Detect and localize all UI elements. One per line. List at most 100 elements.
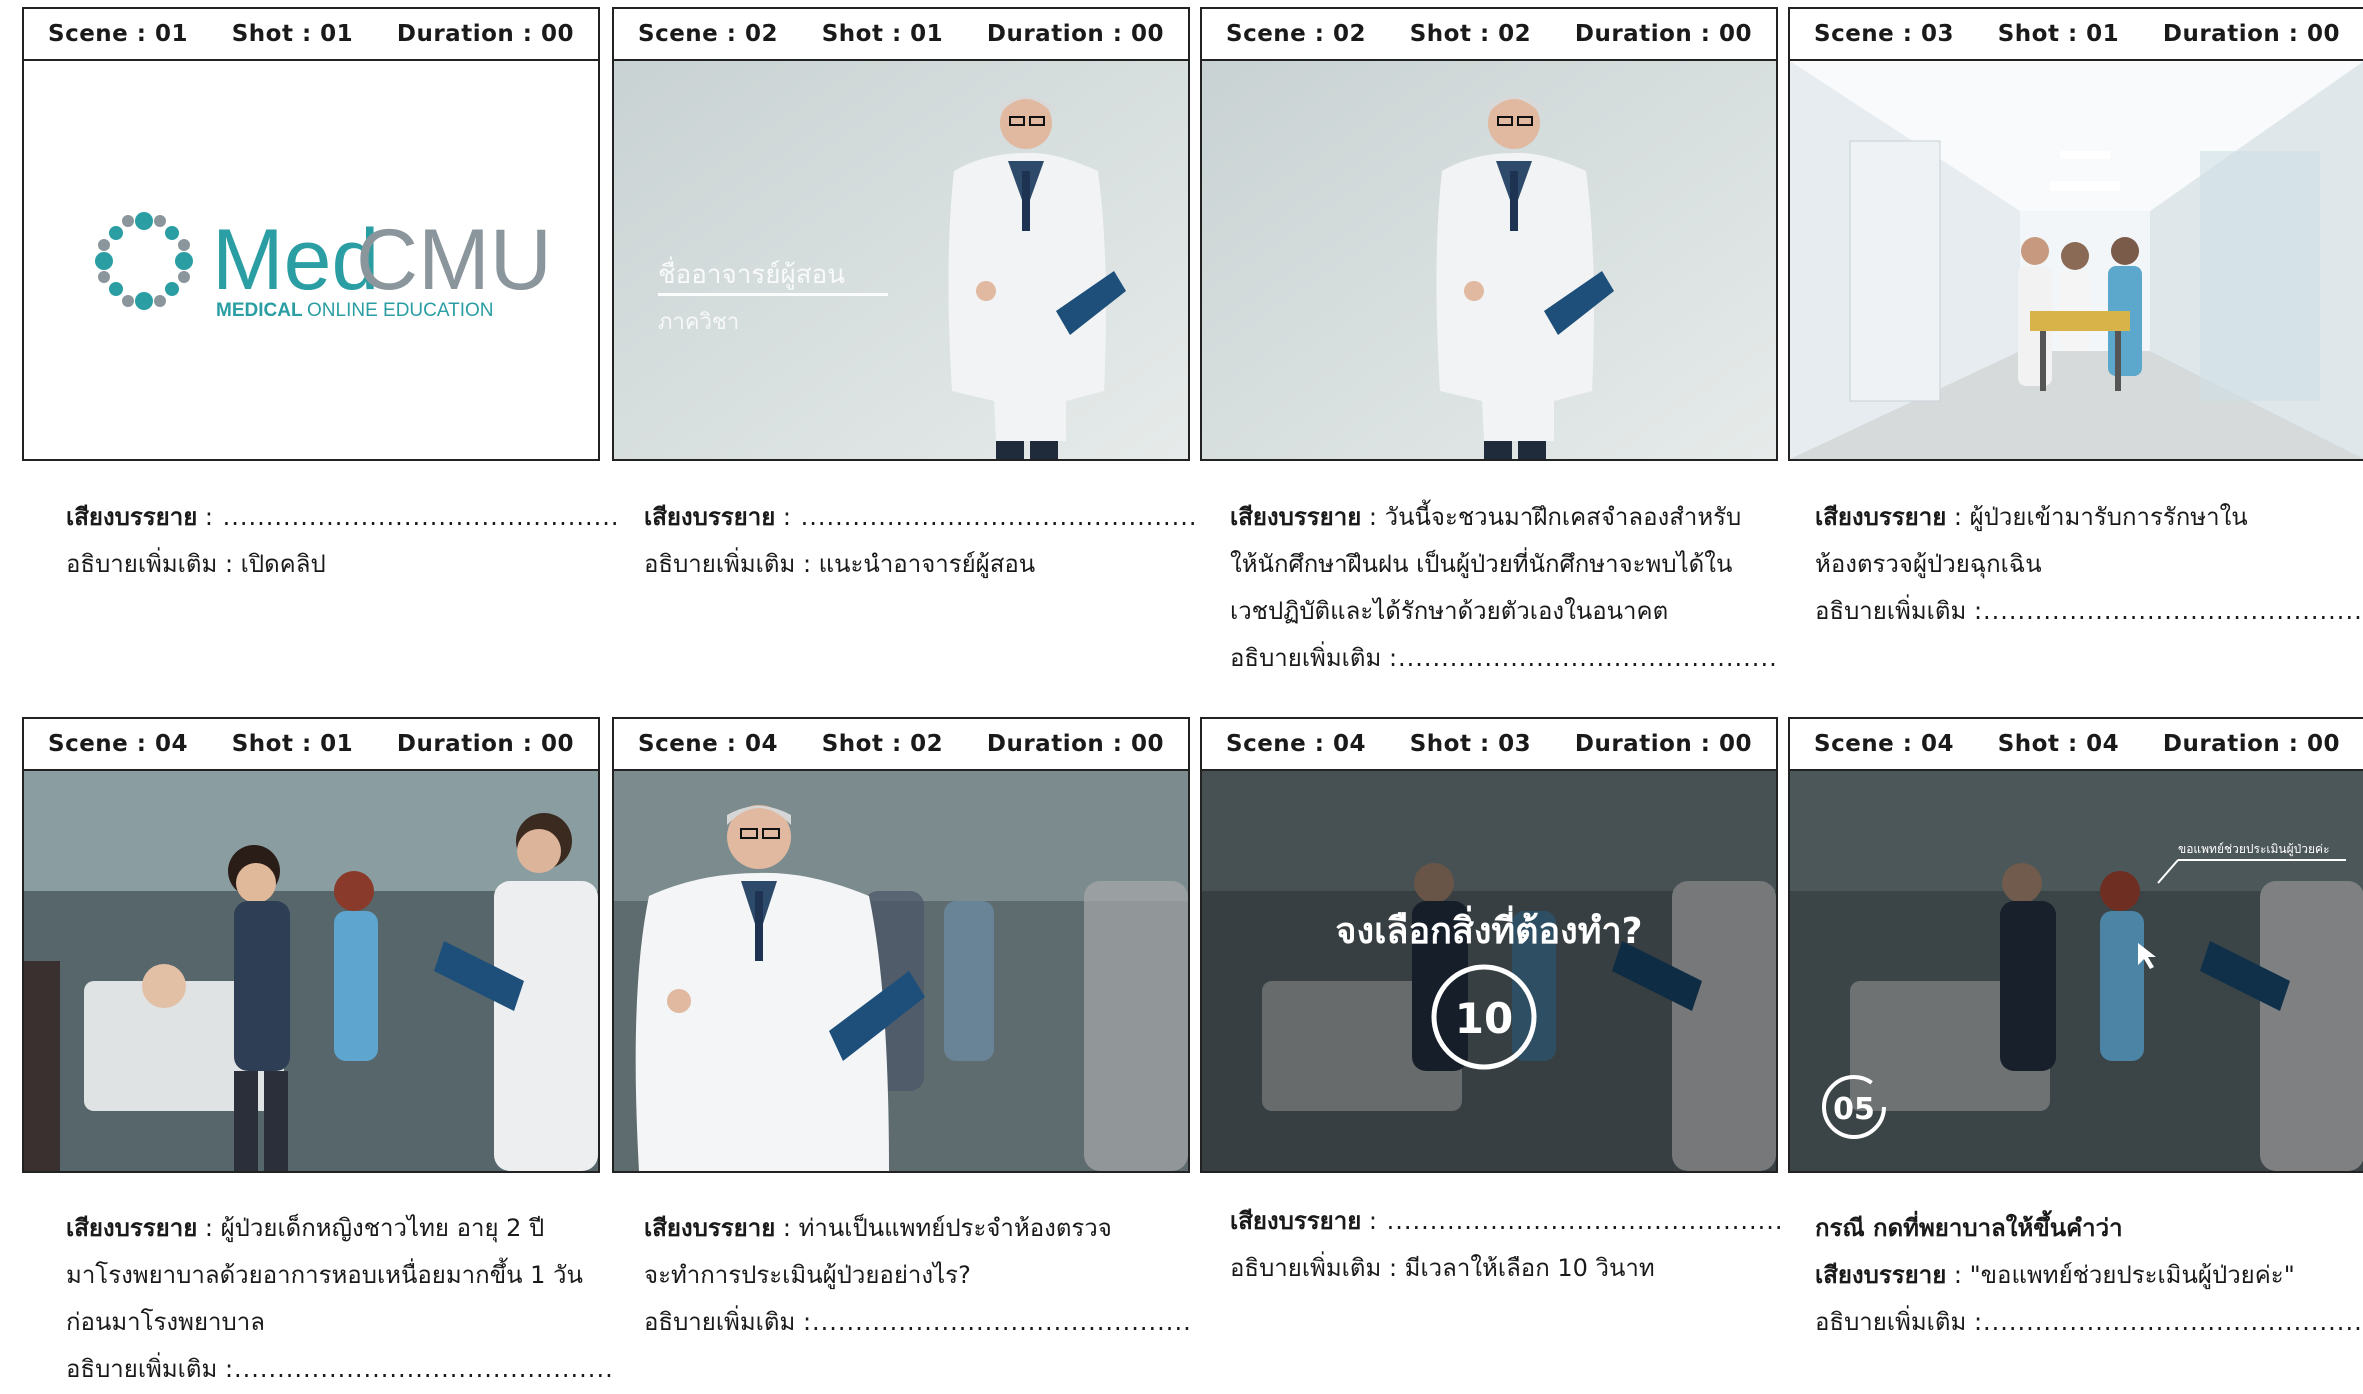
panel-header: Scene : 04 Shot : 01 Duration : 00 [24,719,598,771]
description-panel-5: เสียงบรรยาย : ผู้ป่วยเด็กหญิงชาวไทย อายุ… [66,1205,626,1393]
narration-text-line2: ห้องตรวจผู้ป่วยฉุกเฉิน [1815,550,2042,578]
lower-third-dept: ภาควิชา [658,310,739,335]
narration-text: : ......................................… [1368,1207,1784,1235]
case-instruction: กรณี กดที่พยาบาลให้ขึ้นคำว่า [1815,1214,2123,1242]
scene-number: 04 [1920,731,1954,757]
duration-label: Duration : [396,731,541,757]
scene-label: Scene : [1226,21,1333,47]
narration-text: : ......................................… [204,503,620,531]
storyboard-panel-5: Scene : 04 Shot : 01 Duration : 00 [22,717,600,1173]
extra-text: :.......................................… [224,1355,614,1383]
duration-value: 00 [1130,21,1164,47]
extra-text: :.......................................… [802,1308,1192,1336]
narration-text-line3: ก่อนมาโรงพยาบาล [66,1308,265,1336]
logo-tagline-rest: ONLINE EDUCATION [307,300,494,321]
duration-value: 00 [540,21,574,47]
frame-logo: Med CMU MEDICAL ONLINE EDUCATION [24,61,598,459]
frame-ward-scene [24,771,598,1171]
panel-header: Scene : 04 Shot : 04 Duration : 00 [1790,719,2363,771]
duration-label: Duration : [396,21,541,47]
scene-label: Scene : [1226,731,1333,757]
extra-text: :.......................................… [1388,644,1778,672]
narration-text: : ผู้ป่วยเด็กหญิงชาวไทย อายุ 2 ปี [204,1214,545,1242]
lower-third-name: ชื่ออาจารย์ผู้สอน [658,256,845,290]
shot-number: 02 [1498,21,1532,47]
frame-doctor-intro: ชื่ออาจารย์ผู้สอน ภาควิชา [614,61,1188,459]
shot-number: 04 [2086,731,2120,757]
duration-label: Duration : [2162,21,2307,47]
extra-label: อธิบายเพิ่มเติม [1815,1308,1967,1336]
scene-label: Scene : [638,731,745,757]
frame-hospital-corridor [1790,61,2363,459]
shot-label: Shot : [1409,731,1499,757]
storyboard-panel-3: Scene : 02 Shot : 02 Duration : 00 [1200,7,1778,461]
scene-label: Scene : [1814,731,1921,757]
narration-text: : ท่านเป็นแพทย์ประจำห้องตรวจ [782,1214,1112,1242]
description-panel-1: เสียงบรรยาย : ..........................… [66,494,626,588]
frame-nurse-click: ขอแพทย์ช่วยประเมินผู้ป่วยค่ะ 05 [1790,771,2363,1171]
extra-text: :.......................................… [1973,1308,2363,1336]
narration-label: เสียงบรรยาย [66,503,198,531]
shot-number: 02 [910,731,944,757]
storyboard-panel-1: Scene : 01 Shot : 01 Duration : 00 Med C… [22,7,600,461]
narration-label: เสียงบรรยาย [1230,1207,1362,1235]
panel-header: Scene : 02 Shot : 01 Duration : 00 [614,9,1188,61]
scene-number: 02 [744,21,778,47]
duration-value: 00 [2306,731,2340,757]
extra-text: : มีเวลาให้เลือก 10 วินาท [1388,1254,1655,1282]
extra-label: อธิบายเพิ่มเติม [644,1308,796,1336]
panel-header: Scene : 01 Shot : 01 Duration : 00 [24,9,598,61]
extra-label: อธิบายเพิ่มเติม [66,550,218,578]
duration-label: Duration : [2162,731,2307,757]
shot-label: Shot : [821,21,911,47]
panel-header: Scene : 04 Shot : 03 Duration : 00 [1202,719,1776,771]
duration-value: 00 [540,731,574,757]
storyboard-panel-2: Scene : 02 Shot : 01 Duration : 00 ชื่ออ… [612,7,1190,461]
duration-value: 00 [1130,731,1164,757]
shot-label: Shot : [1409,21,1499,47]
corridor-scene-image [1790,61,2363,459]
countdown-value: 05 [1833,1092,1875,1127]
description-panel-4: เสียงบรรยาย : ผู้ป่วยเข้ามารับการรักษาใน… [1815,494,2362,635]
shot-label: Shot : [821,731,911,757]
panel-header: Scene : 04 Shot : 02 Duration : 00 [614,719,1188,771]
duration-label: Duration : [1574,731,1719,757]
narration-label: เสียงบรรยาย [644,1214,776,1242]
doctor-scene-image: ชื่ออาจารย์ผู้สอน ภาควิชา [614,61,1188,459]
narration-text-line2: จะทำการประเมินผู้ป่วยอย่างไร? [644,1261,971,1289]
description-panel-6: เสียงบรรยาย : ท่านเป็นแพทย์ประจำห้องตรวจ… [644,1205,1204,1346]
narration-text: : ผู้ป่วยเข้ามารับการรักษาใน [1953,503,2248,531]
doctor-scene-image [1202,61,1776,459]
extra-label: อธิบายเพิ่มเติม [66,1355,218,1383]
doctor-over-ward-image [614,771,1188,1171]
scene-number: 04 [744,731,778,757]
shot-number: 01 [320,731,354,757]
shot-number: 03 [1498,731,1532,757]
duration-label: Duration : [986,731,1131,757]
duration-value: 00 [2306,21,2340,47]
shot-number: 01 [2086,21,2120,47]
nurse-speech-label: ขอแพทย์ช่วยประเมินผู้ป่วยค่ะ [2178,842,2330,857]
duration-label: Duration : [1574,21,1719,47]
panel-header: Scene : 03 Shot : 01 Duration : 00 [1790,9,2363,61]
extra-label: อธิบายเพิ่มเติม [1815,597,1967,625]
narration-label: เสียงบรรยาย [66,1214,198,1242]
storyboard-panel-7: Scene : 04 Shot : 03 Duration : 00 จงเลื… [1200,717,1778,1173]
scene-number: 03 [1920,21,1954,47]
frame-doctor-speaking [1202,61,1776,459]
scene-label: Scene : [1814,21,1921,47]
scene-number: 04 [154,731,188,757]
lower-third-rule [658,293,888,296]
narration-text: : ......................................… [782,503,1198,531]
scene-number: 01 [154,21,188,47]
shot-label: Shot : [1997,21,2087,47]
extra-label: อธิบายเพิ่มเติม [644,550,796,578]
storyboard-panel-4: Scene : 03 Shot : 01 Duration : 00 [1788,7,2363,461]
duration-label: Duration : [986,21,1131,47]
ward-scene-image [24,771,598,1171]
countdown-value: 10 [1455,994,1513,1043]
narration-text-line3: เวชปฏิบัติและได้รักษาด้วยตัวเองในอนาคต [1230,597,1669,625]
description-panel-7: เสียงบรรยาย : ..........................… [1230,1198,1790,1292]
shot-label: Shot : [231,731,321,757]
logo-cmu-text: CMU [356,212,552,308]
